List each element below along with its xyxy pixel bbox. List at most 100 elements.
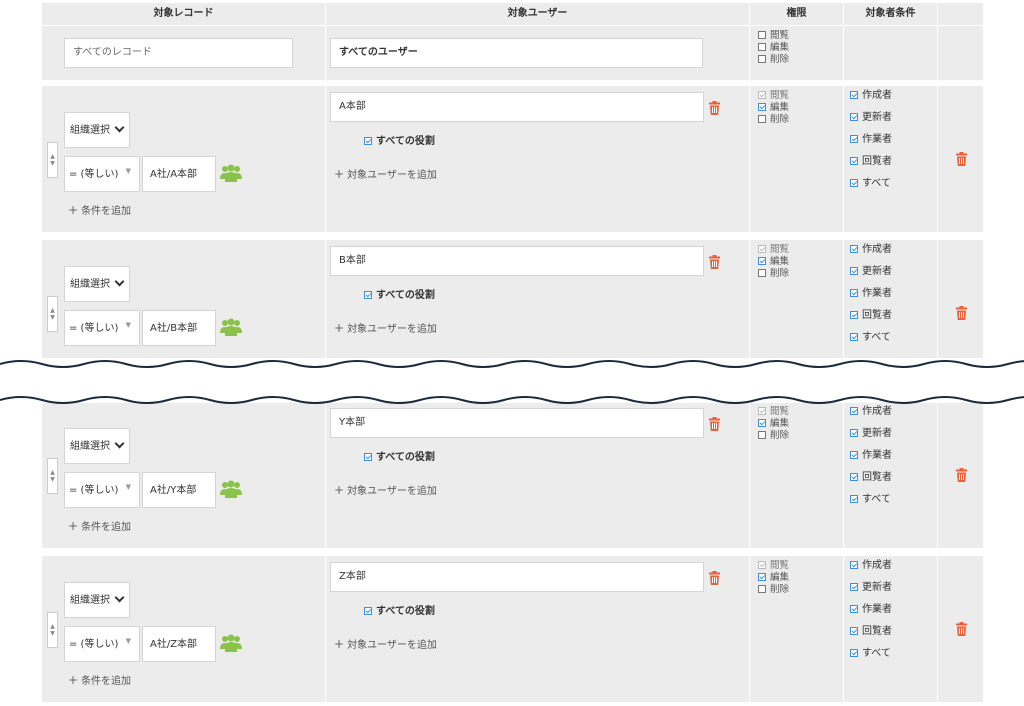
condition-checkbox[interactable] bbox=[850, 561, 858, 569]
condition-checkbox[interactable] bbox=[850, 605, 858, 613]
condition-option[interactable]: 回覧者 bbox=[850, 626, 892, 648]
condition-checkbox[interactable] bbox=[850, 495, 858, 503]
condition-option[interactable]: 作成者 bbox=[850, 244, 892, 266]
view-checkbox[interactable] bbox=[758, 31, 766, 39]
operator-select[interactable]: = (等しい) ▼ bbox=[64, 310, 140, 346]
condition-option[interactable]: すべて bbox=[850, 648, 892, 670]
org-value-field[interactable]: A社/B本部 bbox=[142, 310, 216, 346]
condition-option[interactable]: 作成者 bbox=[850, 560, 892, 582]
perm-checkbox[interactable] bbox=[758, 115, 766, 123]
condition-checkbox[interactable] bbox=[850, 91, 858, 99]
delete-row-trash-icon[interactable] bbox=[956, 468, 967, 482]
condition-checkbox[interactable] bbox=[850, 333, 858, 341]
delete-row-trash-icon[interactable] bbox=[956, 306, 967, 320]
condition-option[interactable]: すべて bbox=[850, 494, 892, 516]
org-value-field[interactable]: A社/A本部 bbox=[142, 156, 216, 192]
condition-checkbox[interactable] bbox=[850, 113, 858, 121]
perm-checkbox[interactable] bbox=[758, 585, 766, 593]
target-user-field[interactable]: Z本部 bbox=[330, 562, 704, 592]
condition-checkbox[interactable] bbox=[850, 179, 858, 187]
add-condition-link[interactable]: +条件を追加 bbox=[68, 202, 131, 217]
condition-option[interactable]: 更新者 bbox=[850, 582, 892, 604]
target-user-field[interactable]: B本部 bbox=[330, 246, 704, 276]
user-all-field[interactable]: すべてのユーザー bbox=[330, 38, 703, 68]
all-roles-option[interactable]: すべての役割 bbox=[364, 602, 435, 617]
delete-checkbox[interactable] bbox=[758, 55, 766, 63]
all-roles-option[interactable]: すべての役割 bbox=[364, 286, 435, 301]
perm-edit[interactable]: 編集 bbox=[758, 42, 789, 54]
perm-option[interactable]: 削除 bbox=[758, 584, 789, 596]
condition-option[interactable]: 回覧者 bbox=[850, 310, 892, 332]
all-roles-option[interactable]: すべての役割 bbox=[364, 448, 435, 463]
perm-checkbox[interactable] bbox=[758, 419, 766, 427]
add-condition-link[interactable]: +条件を追加 bbox=[68, 518, 131, 533]
perm-checkbox[interactable] bbox=[758, 431, 766, 439]
trash-icon[interactable] bbox=[709, 101, 720, 115]
operator-select[interactable]: = (等しい) ▼ bbox=[64, 626, 140, 662]
condition-option[interactable]: 作成者 bbox=[850, 90, 892, 112]
condition-option[interactable]: 作業者 bbox=[850, 604, 892, 626]
operator-select[interactable]: = (等しい) ▼ bbox=[64, 156, 140, 192]
people-group-icon[interactable] bbox=[220, 164, 242, 182]
condition-option[interactable]: 作業者 bbox=[850, 450, 892, 472]
org-select[interactable]: 組織選択 bbox=[64, 582, 130, 618]
org-select[interactable]: 組織選択 bbox=[64, 112, 130, 148]
condition-option[interactable]: 更新者 bbox=[850, 428, 892, 450]
perm-checkbox[interactable] bbox=[758, 573, 766, 581]
all-roles-checkbox[interactable] bbox=[364, 137, 372, 145]
all-roles-checkbox[interactable] bbox=[364, 291, 372, 299]
condition-option[interactable]: 更新者 bbox=[850, 266, 892, 288]
org-value-field[interactable]: A社/Y本部 bbox=[142, 472, 216, 508]
condition-option[interactable]: 作業者 bbox=[850, 134, 892, 156]
perm-checkbox[interactable] bbox=[758, 257, 766, 265]
condition-checkbox[interactable] bbox=[850, 451, 858, 459]
org-select[interactable]: 組織選択 bbox=[64, 266, 130, 302]
target-user-field[interactable]: A本部 bbox=[330, 92, 704, 122]
sort-handle[interactable]: ▲ ▼ bbox=[47, 296, 58, 332]
sort-handle[interactable]: ▲ ▼ bbox=[47, 612, 58, 648]
perm-option[interactable]: 閲覧 bbox=[758, 244, 789, 256]
condition-checkbox[interactable] bbox=[850, 311, 858, 319]
perm-option[interactable]: 編集 bbox=[758, 256, 789, 268]
perm-view[interactable]: 閲覧 bbox=[758, 30, 789, 42]
condition-checkbox[interactable] bbox=[850, 429, 858, 437]
condition-checkbox[interactable] bbox=[850, 135, 858, 143]
sort-handle[interactable]: ▲ ▼ bbox=[47, 142, 58, 178]
people-group-icon[interactable] bbox=[220, 318, 242, 336]
perm-option[interactable]: 編集 bbox=[758, 102, 789, 114]
operator-select[interactable]: = (等しい) ▼ bbox=[64, 472, 140, 508]
perm-option[interactable]: 削除 bbox=[758, 268, 789, 280]
add-user-link[interactable]: + 対象ユーザーを追加 bbox=[334, 320, 437, 335]
condition-option[interactable]: 更新者 bbox=[850, 112, 892, 134]
trash-icon[interactable] bbox=[709, 255, 720, 269]
condition-checkbox[interactable] bbox=[850, 157, 858, 165]
condition-option[interactable]: 回覧者 bbox=[850, 156, 892, 178]
edit-checkbox[interactable] bbox=[758, 43, 766, 51]
sort-handle[interactable]: ▲ ▼ bbox=[47, 458, 58, 494]
condition-checkbox[interactable] bbox=[850, 627, 858, 635]
perm-option[interactable]: 編集 bbox=[758, 572, 789, 584]
condition-checkbox[interactable] bbox=[850, 583, 858, 591]
perm-option[interactable]: 削除 bbox=[758, 430, 789, 442]
add-condition-link[interactable]: +条件を追加 bbox=[68, 672, 131, 687]
perm-checkbox[interactable] bbox=[758, 103, 766, 111]
condition-checkbox[interactable] bbox=[850, 649, 858, 657]
delete-row-trash-icon[interactable] bbox=[956, 622, 967, 636]
condition-checkbox[interactable] bbox=[850, 245, 858, 253]
record-all-field[interactable]: すべてのレコード bbox=[64, 38, 293, 68]
all-roles-option[interactable]: すべての役割 bbox=[364, 132, 435, 147]
org-select[interactable]: 組織選択 bbox=[64, 428, 130, 464]
all-roles-checkbox[interactable] bbox=[364, 607, 372, 615]
condition-option[interactable]: 回覧者 bbox=[850, 472, 892, 494]
perm-checkbox[interactable] bbox=[758, 269, 766, 277]
condition-checkbox[interactable] bbox=[850, 267, 858, 275]
condition-option[interactable]: すべて bbox=[850, 178, 892, 200]
add-user-link[interactable]: + 対象ユーザーを追加 bbox=[334, 166, 437, 181]
org-value-field[interactable]: A社/Z本部 bbox=[142, 626, 216, 662]
delete-row-trash-icon[interactable] bbox=[956, 152, 967, 166]
perm-option[interactable]: 削除 bbox=[758, 114, 789, 126]
add-user-link[interactable]: + 対象ユーザーを追加 bbox=[334, 482, 437, 497]
all-roles-checkbox[interactable] bbox=[364, 453, 372, 461]
perm-option[interactable]: 閲覧 bbox=[758, 560, 789, 572]
perm-delete[interactable]: 削除 bbox=[758, 54, 789, 66]
